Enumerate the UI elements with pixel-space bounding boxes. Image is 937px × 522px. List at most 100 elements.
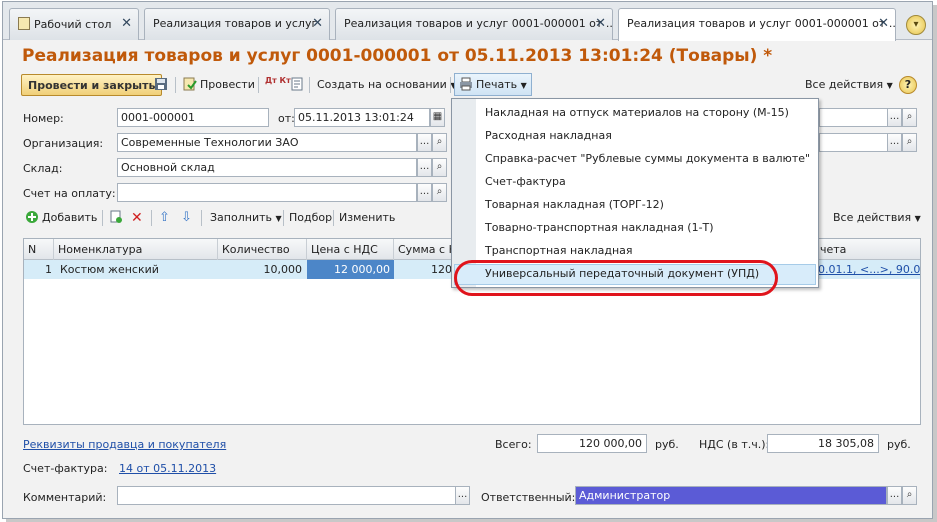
organization-field[interactable]: Современные Технологии ЗАО	[117, 133, 417, 152]
cell-account[interactable]: 0.01.1, <...>, 90.02.1,	[818, 260, 920, 279]
chevron-down-icon: ▼	[886, 81, 893, 90]
cell-item: Костюм женский	[60, 263, 159, 276]
search-icon[interactable]: ⌕	[902, 486, 917, 505]
all-actions-label: Все действия	[805, 78, 884, 91]
search-icon[interactable]: ⌕	[432, 183, 447, 202]
close-icon[interactable]: ✕	[595, 16, 606, 31]
save-button[interactable]	[154, 74, 171, 96]
all-actions-dropdown[interactable]: Все действия ▼	[805, 74, 893, 96]
col-n[interactable]: N	[24, 239, 54, 260]
print-menu-item-invoice[interactable]: Счет-фактура	[485, 172, 566, 192]
tab-label: Реализация товаров и услуг 0001-000001 о…	[344, 17, 613, 30]
print-menu-item-expense-invoice[interactable]: Расходная накладная	[485, 126, 612, 146]
total-currency: руб.	[655, 438, 679, 451]
close-icon[interactable]: ✕	[121, 16, 132, 31]
print-dropdown[interactable]: Печать ▼	[454, 73, 532, 96]
add-label: Добавить	[42, 211, 98, 224]
post-button[interactable]: Провести	[183, 74, 255, 96]
create-based-label: Создать на основании	[317, 78, 447, 91]
print-menu-item-transport[interactable]: Транспортная накладная	[485, 241, 633, 261]
col-qty[interactable]: Количество	[218, 239, 307, 260]
move-down-icon[interactable]: ⇩	[181, 207, 192, 229]
table-all-actions-dropdown[interactable]: Все действия ▼	[833, 207, 921, 229]
print-menu-item-m15[interactable]: Накладная на отпуск материалов на сторон…	[485, 103, 789, 123]
invoice-link[interactable]: 14 от 05.11.2013	[119, 462, 216, 475]
cell-qty: 10,000	[263, 263, 303, 276]
number-field[interactable]: 0001-000001	[117, 108, 269, 127]
ellipsis-button[interactable]: ...	[887, 133, 902, 152]
search-icon[interactable]: ⌕	[432, 158, 447, 177]
tab-sales-doc-active[interactable]: Реализация товаров и услуг 0001-000001 о…	[618, 8, 896, 41]
highlight-oval	[454, 260, 778, 296]
print-label: Печать	[476, 78, 518, 91]
tab-desktop[interactable]: Рабочий стол ✕	[9, 8, 139, 40]
move-up-icon[interactable]: ⇧	[159, 207, 170, 229]
total-field: 120 000,00	[537, 434, 647, 453]
ellipsis-button[interactable]: ...	[887, 486, 902, 505]
print-menu-item-currency-calc[interactable]: Справка-расчет "Рублевые суммы документа…	[485, 149, 810, 169]
delete-icon[interactable]: ✕	[131, 207, 143, 229]
create-based-on-dropdown[interactable]: Создать на основании ▼	[317, 74, 457, 96]
comment-label: Комментарий:	[23, 491, 107, 504]
tab-label: Рабочий стол	[34, 18, 112, 31]
invoice-label: Счет на оплату:	[23, 187, 116, 200]
search-icon[interactable]: ⌕	[902, 133, 917, 152]
invoice-field[interactable]	[117, 183, 417, 202]
main-menu-button[interactable]: ▾	[906, 15, 926, 35]
tab-sales-list[interactable]: Реализация товаров и услуг ✕	[144, 8, 330, 40]
date-label: от:	[278, 112, 295, 125]
number-label: Номер:	[23, 112, 64, 125]
comment-field[interactable]	[117, 486, 457, 505]
edit-button[interactable]: Изменить	[339, 207, 395, 229]
responsible-field[interactable]: Администратор	[575, 486, 887, 505]
ellipsis-button[interactable]: ...	[417, 158, 432, 177]
requisites-link[interactable]: Реквизиты продавца и покупателя	[23, 438, 226, 451]
copy-button[interactable]	[109, 207, 126, 229]
ellipsis-button[interactable]: ...	[417, 183, 432, 202]
cell-sum: 120	[431, 263, 452, 276]
chevron-down-icon: ▼	[275, 214, 282, 223]
vat-label: НДС (в т.ч.):	[699, 438, 770, 451]
ellipsis-button[interactable]: ...	[417, 133, 432, 152]
fill-label: Заполнить	[210, 211, 272, 224]
desktop-icon	[18, 17, 30, 30]
dtkt-button[interactable]: Дт Кт	[265, 76, 291, 98]
post-icon	[183, 77, 197, 91]
print-menu-item-1t[interactable]: Товарно-транспортная накладная (1-Т)	[485, 218, 714, 238]
add-button[interactable]: Добавить	[25, 207, 97, 229]
fill-dropdown[interactable]: Заполнить ▼	[210, 207, 282, 229]
col-price[interactable]: Цена с НДС	[307, 239, 394, 260]
post-and-close-button[interactable]: Провести и закрыть	[21, 74, 163, 96]
cell-n: 1	[45, 263, 52, 276]
help-button[interactable]: ?	[899, 76, 917, 94]
add-icon	[26, 211, 38, 223]
post-label: Провести	[200, 78, 255, 91]
chevron-down-icon: ▼	[914, 214, 921, 223]
page-title: Реализация товаров и услуг 0001-000001 о…	[22, 46, 773, 66]
organization-label: Организация:	[23, 137, 104, 150]
pick-button[interactable]: Подбор	[289, 207, 332, 229]
close-icon[interactable]: ✕	[312, 16, 323, 31]
date-field[interactable]: 05.11.2013 13:01:24	[294, 108, 430, 127]
contract-field[interactable]	[819, 133, 889, 152]
print-menu-item-torg12[interactable]: Товарная накладная (ТОРГ-12)	[485, 195, 664, 215]
ellipsis-button[interactable]: ...	[455, 486, 470, 505]
tab-bar: Рабочий стол ✕ Реализация товаров и услу…	[3, 2, 932, 41]
contractor-field[interactable]	[819, 108, 889, 127]
col-account[interactable]: чета	[816, 239, 920, 260]
report-icon	[291, 77, 303, 91]
search-icon[interactable]: ⌕	[432, 133, 447, 152]
tab-label: Реализация товаров и услуг 0001-000001 о…	[627, 17, 896, 30]
cell-price[interactable]: 12 000,00	[307, 260, 394, 279]
col-sum[interactable]: Сумма с Н	[394, 239, 454, 260]
close-icon[interactable]: ✕	[878, 16, 889, 31]
calendar-icon[interactable]: ▦	[430, 108, 445, 127]
search-icon[interactable]: ⌕	[902, 108, 917, 127]
warehouse-field[interactable]: Основной склад	[117, 158, 417, 177]
report-button[interactable]	[290, 74, 307, 96]
tab-sales-doc[interactable]: Реализация товаров и услуг 0001-000001 о…	[335, 8, 613, 40]
ellipsis-button[interactable]: ...	[887, 108, 902, 127]
warehouse-label: Склад:	[23, 162, 63, 175]
total-label: Всего:	[495, 438, 532, 451]
col-item[interactable]: Номенклатура	[54, 239, 218, 260]
